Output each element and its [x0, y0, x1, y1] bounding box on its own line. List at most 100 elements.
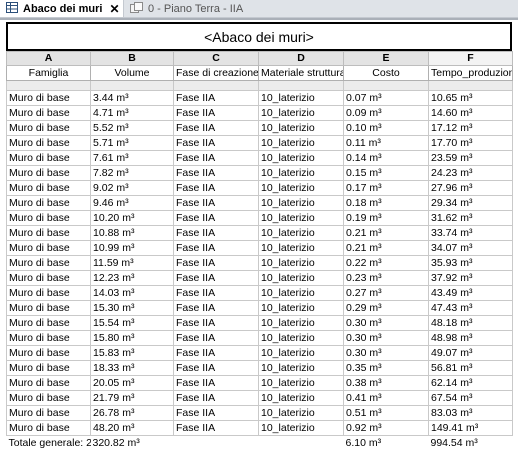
table-cell[interactable]: Fase IIA	[173, 120, 259, 136]
table-cell[interactable]: 14.03 m³	[90, 285, 174, 301]
table-cell[interactable]: Muro di base	[6, 195, 91, 211]
table-cell[interactable]: 10_laterizio	[258, 390, 344, 406]
table-cell[interactable]: 10_laterizio	[258, 105, 344, 121]
table-cell[interactable]: Fase IIA	[173, 285, 259, 301]
table-cell[interactable]: 20.05 m³	[90, 375, 174, 391]
table-cell[interactable]: 4.71 m³	[90, 105, 174, 121]
table-cell[interactable]: Muro di base	[6, 315, 91, 331]
table-cell[interactable]: 5.52 m³	[90, 120, 174, 136]
table-cell[interactable]: Muro di base	[6, 135, 91, 151]
table-cell[interactable]: 0.30 m³	[343, 315, 429, 331]
table-row[interactable]: Muro di base 21.79 m³ Fase IIA 10_laterizio…	[6, 390, 513, 406]
table-row[interactable]: Muro di base 15.54 m³ Fase IIA 10_laterizio…	[6, 315, 513, 331]
table-row[interactable]: Muro di base 5.71 m³ Fase IIA 10_laterizio 0…	[6, 135, 513, 151]
table-row[interactable]: Muro di base 15.83 m³ Fase IIA 10_laterizio…	[6, 345, 513, 361]
table-cell[interactable]: Fase IIA	[173, 195, 259, 211]
table-cell[interactable]: 48.20 m³	[90, 420, 174, 436]
table-cell[interactable]: Muro di base	[6, 360, 91, 376]
table-cell[interactable]: 5.71 m³	[90, 135, 174, 151]
table-cell[interactable]: 11.59 m³	[90, 255, 174, 271]
column-letter[interactable]: E	[343, 51, 429, 66]
table-cell[interactable]: 47.43 m³	[428, 300, 513, 316]
table-cell[interactable]: 10_laterizio	[258, 210, 344, 226]
table-cell[interactable]: Muro di base	[6, 345, 91, 361]
table-cell[interactable]: 10_laterizio	[258, 150, 344, 166]
table-cell[interactable]: Muro di base	[6, 90, 91, 106]
table-row[interactable]: Muro di base 20.05 m³ Fase IIA 10_laterizio…	[6, 375, 513, 391]
table-cell[interactable]: 34.07 m³	[428, 240, 513, 256]
table-cell[interactable]: 10_laterizio	[258, 270, 344, 286]
table-cell[interactable]: Fase IIA	[173, 90, 259, 106]
table-row[interactable]: Muro di base 10.20 m³ Fase IIA 10_laterizio…	[6, 210, 513, 226]
table-cell[interactable]: Muro di base	[6, 120, 91, 136]
column-header[interactable]: Materiale strutturale	[258, 65, 344, 81]
table-cell[interactable]: 33.74 m³	[428, 225, 513, 241]
table-cell[interactable]: 31.62 m³	[428, 210, 513, 226]
table-cell[interactable]: Fase IIA	[173, 315, 259, 331]
table-row[interactable]: Muro di base 14.03 m³ Fase IIA 10_laterizio…	[6, 285, 513, 301]
column-header[interactable]: Fase di creazione	[173, 65, 259, 81]
table-cell[interactable]: 0.18 m³	[343, 195, 429, 211]
table-cell[interactable]: 56.81 m³	[428, 360, 513, 376]
table-cell[interactable]: Muro di base	[6, 375, 91, 391]
table-cell[interactable]: 0.92 m³	[343, 420, 429, 436]
table-row[interactable]: Muro di base 11.59 m³ Fase IIA 10_laterizio…	[6, 255, 513, 271]
column-letter[interactable]: B	[90, 51, 174, 66]
table-cell[interactable]: 10_laterizio	[258, 165, 344, 181]
table-cell[interactable]: 10.65 m³	[428, 90, 513, 106]
table-cell[interactable]: 10_laterizio	[258, 240, 344, 256]
table-row[interactable]: Muro di base 3.44 m³ Fase IIA 10_laterizio 0…	[6, 90, 513, 106]
table-cell[interactable]: 10.99 m³	[90, 240, 174, 256]
table-cell[interactable]: 10_laterizio	[258, 195, 344, 211]
table-cell[interactable]: Muro di base	[6, 330, 91, 346]
table-cell[interactable]: 10_laterizio	[258, 330, 344, 346]
table-cell[interactable]: 10_laterizio	[258, 225, 344, 241]
table-cell[interactable]: Fase IIA	[173, 390, 259, 406]
table-cell[interactable]: 15.83 m³	[90, 345, 174, 361]
table-row[interactable]: Muro di base 7.82 m³ Fase IIA 10_laterizio 0…	[6, 165, 513, 181]
table-cell[interactable]: 10_laterizio	[258, 120, 344, 136]
table-cell[interactable]: 0.22 m³	[343, 255, 429, 271]
table-row[interactable]: Muro di base 9.02 m³ Fase IIA 10_laterizio 0…	[6, 180, 513, 196]
table-cell[interactable]: Muro di base	[6, 180, 91, 196]
table-cell[interactable]: Muro di base	[6, 240, 91, 256]
table-row[interactable]: Muro di base 15.30 m³ Fase IIA 10_laterizio…	[6, 300, 513, 316]
table-cell[interactable]: 149.41 m³	[428, 420, 513, 436]
table-cell[interactable]: 0.17 m³	[343, 180, 429, 196]
table-cell[interactable]: 48.18 m³	[428, 315, 513, 331]
table-cell[interactable]: Fase IIA	[173, 210, 259, 226]
table-cell[interactable]: 7.82 m³	[90, 165, 174, 181]
column-header[interactable]: Famiglia	[6, 65, 91, 81]
table-cell[interactable]: 15.54 m³	[90, 315, 174, 331]
table-cell[interactable]: 21.79 m³	[90, 390, 174, 406]
table-cell[interactable]: 10_laterizio	[258, 300, 344, 316]
column-header[interactable]: Costo	[343, 65, 429, 81]
table-cell[interactable]: 7.61 m³	[90, 150, 174, 166]
tab-abaco-dei-muri[interactable]: Abaco dei muri ✕	[0, 0, 124, 17]
table-cell[interactable]: 12.23 m³	[90, 270, 174, 286]
table-cell[interactable]: 43.49 m³	[428, 285, 513, 301]
table-cell[interactable]: 49.07 m³	[428, 345, 513, 361]
table-cell[interactable]: 67.54 m³	[428, 390, 513, 406]
column-header[interactable]: Volume	[90, 65, 174, 81]
table-cell[interactable]: 0.15 m³	[343, 165, 429, 181]
table-cell[interactable]: Muro di base	[6, 150, 91, 166]
table-row[interactable]: Muro di base 10.88 m³ Fase IIA 10_laterizio…	[6, 225, 513, 241]
table-cell[interactable]: 10_laterizio	[258, 315, 344, 331]
table-row[interactable]: Muro di base 10.99 m³ Fase IIA 10_laterizio…	[6, 240, 513, 256]
table-row[interactable]: Muro di base 12.23 m³ Fase IIA 10_laterizio…	[6, 270, 513, 286]
table-cell[interactable]: 18.33 m³	[90, 360, 174, 376]
table-cell[interactable]: 9.02 m³	[90, 180, 174, 196]
table-cell[interactable]: Fase IIA	[173, 180, 259, 196]
close-icon[interactable]: ✕	[109, 2, 119, 16]
table-cell[interactable]: 10_laterizio	[258, 360, 344, 376]
table-cell[interactable]: 10_laterizio	[258, 180, 344, 196]
table-row[interactable]: Muro di base 48.20 m³ Fase IIA 10_laterizio…	[6, 420, 513, 436]
table-cell[interactable]: 10_laterizio	[258, 405, 344, 421]
table-cell[interactable]: 15.30 m³	[90, 300, 174, 316]
schedule-title[interactable]: <Abaco dei muri>	[6, 22, 512, 51]
table-cell[interactable]: 0.41 m³	[343, 390, 429, 406]
table-cell[interactable]: Fase IIA	[173, 105, 259, 121]
table-cell[interactable]: 23.59 m³	[428, 150, 513, 166]
table-cell[interactable]: 0.11 m³	[343, 135, 429, 151]
